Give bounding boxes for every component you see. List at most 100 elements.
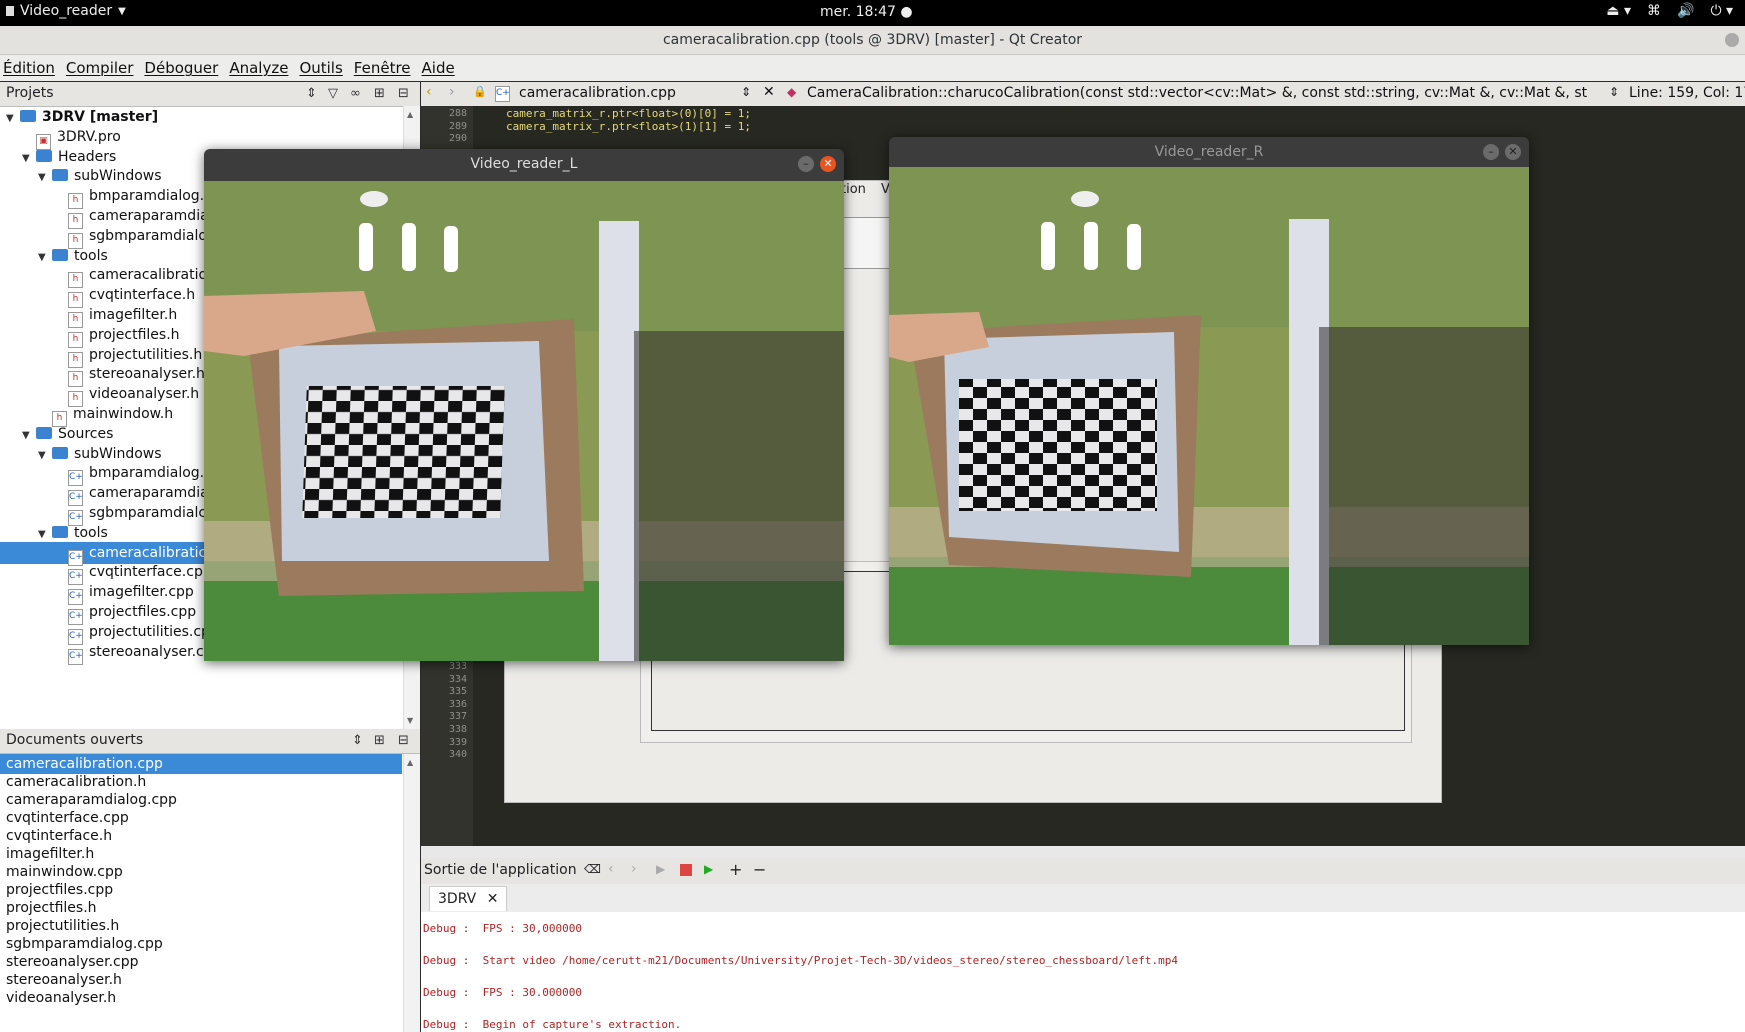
close-pane-icon[interactable]: ⊟ [398, 86, 409, 101]
open-document-item[interactable]: cameracalibration.h [0, 772, 402, 792]
tree-item-label: subWindows [74, 445, 162, 462]
scroll-up-icon[interactable]: ▲ [407, 110, 413, 119]
system-tray[interactable]: ⏏ ▾ ⌘ 🔊 ⏻ ▾ [1606, 3, 1733, 19]
link-icon[interactable]: ∞ [350, 86, 361, 101]
code-line[interactable]: camera_matrix_r.ptr<float>(1)[1] = 1; [506, 120, 751, 133]
window-close-button[interactable] [1725, 33, 1739, 47]
editor-file-tab[interactable]: cameracalibration.cpp [519, 85, 676, 101]
menu-window[interactable]: Fenêtre [351, 55, 419, 81]
menu-debugger[interactable]: Déboguer [141, 55, 226, 81]
code-line[interactable]: camera_matrix_r.ptr<float>(0)[0] = 1; [506, 107, 751, 120]
add-icon[interactable]: + [729, 860, 742, 879]
open-document-item[interactable]: projectutilities.h [0, 916, 402, 936]
open-document-item[interactable]: cameracalibration.cpp [0, 754, 402, 774]
prev-icon[interactable]: ‹ [608, 861, 614, 877]
close-button[interactable]: ✕ [1505, 144, 1521, 160]
menu-analyze[interactable]: Analyze [226, 55, 296, 81]
power-icon[interactable]: ⏻ ▾ [1710, 3, 1733, 19]
split-icon[interactable]: ⊞ [374, 733, 385, 748]
tree-item-label: tools [74, 524, 108, 541]
editor-hscrollbar[interactable] [421, 846, 1745, 858]
debug-run-icon[interactable]: ▶ [704, 862, 713, 876]
app-menu[interactable]: Video_reader ▼ [6, 3, 126, 19]
forward-arrow-icon[interactable]: › [449, 84, 455, 100]
top-bar: Video_reader ▼ mer. 18:47 ● ⏏ ▾ ⌘ 🔊 ⏻ ▾ [0, 0, 1745, 26]
tree-item-label: subWindows [74, 168, 162, 185]
clean-icon[interactable]: ⌫ [584, 862, 601, 876]
open-document-item[interactable]: projectfiles.cpp [0, 880, 402, 900]
open-document-item[interactable]: stereoanalyser.h [0, 970, 402, 990]
minimize-button[interactable]: – [798, 156, 814, 172]
volume-icon[interactable]: 🔊 [1677, 3, 1694, 19]
minimize-button[interactable]: – [1483, 144, 1499, 160]
output-tab-label: 3DRV [438, 891, 477, 907]
updown-icon[interactable]: ⇕ [306, 86, 317, 101]
close-button[interactable]: ✕ [820, 156, 836, 172]
open-document-item[interactable]: videoanalyser.h [0, 988, 402, 1008]
tree-item-label: videoanalyser.h [89, 386, 200, 403]
scroll-down-icon[interactable]: ▼ [407, 716, 413, 725]
open-documents-list[interactable]: cameracalibration.cpp cameracalibration.h… [0, 754, 404, 1032]
tree-item-label: sgbmparamdialo [89, 227, 207, 244]
tree-item-label: cameracalibratio [89, 267, 208, 284]
eject-icon[interactable]: ⏏ ▾ [1606, 3, 1631, 19]
tree-item[interactable]: ▣ 3DRV.pro [0, 126, 404, 150]
open-document-item[interactable]: mainwindow.cpp [0, 862, 402, 882]
network-icon[interactable]: ⌘ [1647, 3, 1661, 19]
updown-icon[interactable]: ⇕ [352, 733, 363, 748]
output-title: Sortie de l'application [424, 862, 577, 878]
open-document-item[interactable]: stereoanalyser.cpp [0, 952, 402, 972]
tree-item-label: 3DRV [master] [42, 109, 159, 125]
video-reader-right-title[interactable]: Video_reader_R [889, 137, 1529, 167]
filter-icon[interactable]: ▽ [328, 86, 338, 101]
folder-icon [52, 248, 68, 261]
close-tab-icon[interactable]: ✕ [487, 891, 499, 907]
menu-edition[interactable]: Édition [0, 55, 63, 81]
symbol-select-arrows-icon[interactable]: ⇕ [1609, 85, 1619, 99]
open-document-item[interactable]: sgbmparamdialog.cpp [0, 934, 402, 954]
video-reader-left-window[interactable]: Video_reader_L – ✕ [204, 149, 844, 661]
window-buttons: – ✕ [1483, 144, 1521, 160]
video-reader-left-title[interactable]: Video_reader_L [204, 149, 844, 179]
split-icon[interactable]: ⊞ [374, 86, 385, 101]
back-arrow-icon[interactable]: ‹ [426, 84, 432, 100]
projects-title: Projets [6, 85, 54, 101]
open-document-item[interactable]: cameraparamdialog.cpp [0, 790, 402, 810]
tree-item-label: Headers [58, 148, 117, 165]
close-pane-icon[interactable]: ⊟ [398, 733, 409, 748]
cursor-position: Line: 159, Col: 17 [1629, 85, 1745, 101]
open-document-item[interactable]: cvqtinterface.cpp [0, 808, 402, 828]
dialog-tab-partial[interactable]: tion [841, 182, 866, 197]
open-document-item[interactable]: projectfiles.h [0, 898, 402, 918]
folder-icon [36, 426, 52, 439]
menu-compiler[interactable]: Compiler [63, 55, 142, 81]
tree-item-label: imagefilter.h [89, 307, 178, 323]
stop-icon[interactable] [680, 864, 692, 876]
tree-item-label: mainwindow.h [73, 406, 174, 422]
menu-help[interactable]: Aide [419, 55, 463, 81]
minus-icon[interactable]: − [753, 860, 766, 879]
application-output[interactable]: Debug : FPS : 30,000000 Debug : Start vid… [421, 912, 1745, 1032]
clock[interactable]: mer. 18:47 ● [820, 4, 913, 20]
tree-item-label: 3DRV.pro [57, 128, 121, 145]
tree-item[interactable]: ▼ 3DRV [master] [0, 106, 404, 128]
output-line: Debug : FPS : 30.000000 [423, 986, 582, 999]
file-select-arrows-icon[interactable]: ⇕ [741, 85, 751, 99]
open-documents-pane: Documents ouverts ⇕ ⊞ ⊟ cameracalibratio… [0, 729, 420, 1032]
close-file-icon[interactable]: ✕ [763, 84, 775, 100]
app-square-icon [6, 6, 14, 16]
tree-item-label: tools [74, 247, 108, 264]
next-icon[interactable]: › [631, 861, 637, 877]
video-reader-right-window[interactable]: Video_reader_R – ✕ [889, 137, 1529, 645]
tree-item-label: projectutilities.cpp [89, 623, 219, 640]
docs-scrollbar[interactable]: ▲ [403, 754, 420, 1032]
open-document-item[interactable]: imagefilter.h [0, 844, 402, 864]
menu-tools[interactable]: Outils [296, 55, 350, 81]
symbol-selector[interactable]: CameraCalibration::charucoCalibration(co… [807, 85, 1587, 101]
output-tab-3drv[interactable]: 3DRV ✕ [429, 886, 508, 911]
scroll-up-icon[interactable]: ▲ [407, 758, 413, 767]
output-line: Debug : Start video /home/cerutt-m21/Doc… [423, 954, 1178, 967]
open-document-item[interactable]: cvqtinterface.h [0, 826, 402, 846]
run-icon[interactable]: ▶ [656, 862, 665, 876]
window-title-bar[interactable]: cameracalibration.cpp (tools @ 3DRV) [ma… [0, 26, 1745, 55]
